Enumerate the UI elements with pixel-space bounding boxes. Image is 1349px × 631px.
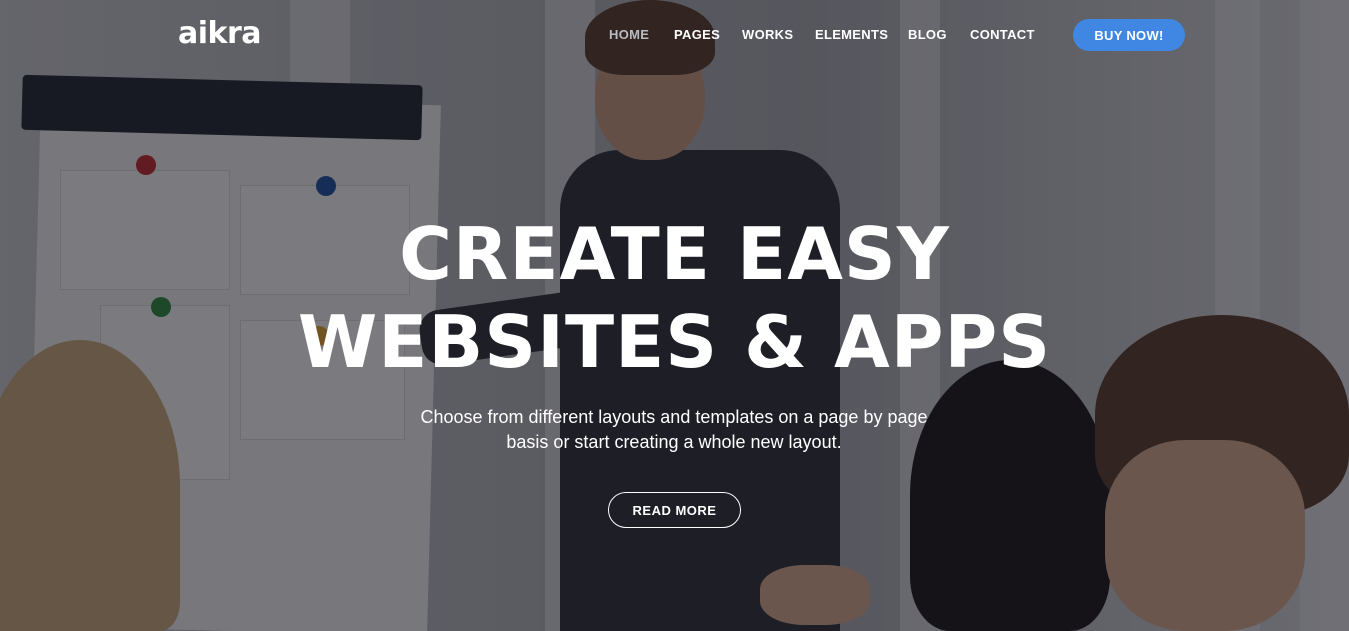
nav-item-pages[interactable]: PAGES: [674, 27, 720, 42]
buy-now-button[interactable]: BUY NOW!: [1073, 19, 1185, 51]
hero-section: aikra HOME PAGES WORKS ELEMENTS BLOG CON…: [0, 0, 1349, 631]
hero-headline-line-1: CREATE EASY: [399, 212, 950, 296]
hero-subtitle-line-2: basis or start creating a whole new layo…: [506, 432, 842, 452]
nav-item-works[interactable]: WORKS: [742, 27, 793, 42]
hero-subtitle: Choose from different layouts and templa…: [374, 405, 974, 455]
read-more-button[interactable]: READ MORE: [608, 492, 741, 528]
nav-item-home[interactable]: HOME: [609, 27, 649, 42]
nav-item-contact[interactable]: CONTACT: [970, 27, 1035, 42]
nav-item-elements[interactable]: ELEMENTS: [815, 27, 888, 42]
site-logo[interactable]: aikra: [178, 16, 262, 51]
hero-headline-line-2: WEBSITES & APPS: [297, 300, 1052, 384]
nav-item-blog[interactable]: BLOG: [908, 27, 947, 42]
hero-subtitle-line-1: Choose from different layouts and templa…: [420, 407, 928, 427]
